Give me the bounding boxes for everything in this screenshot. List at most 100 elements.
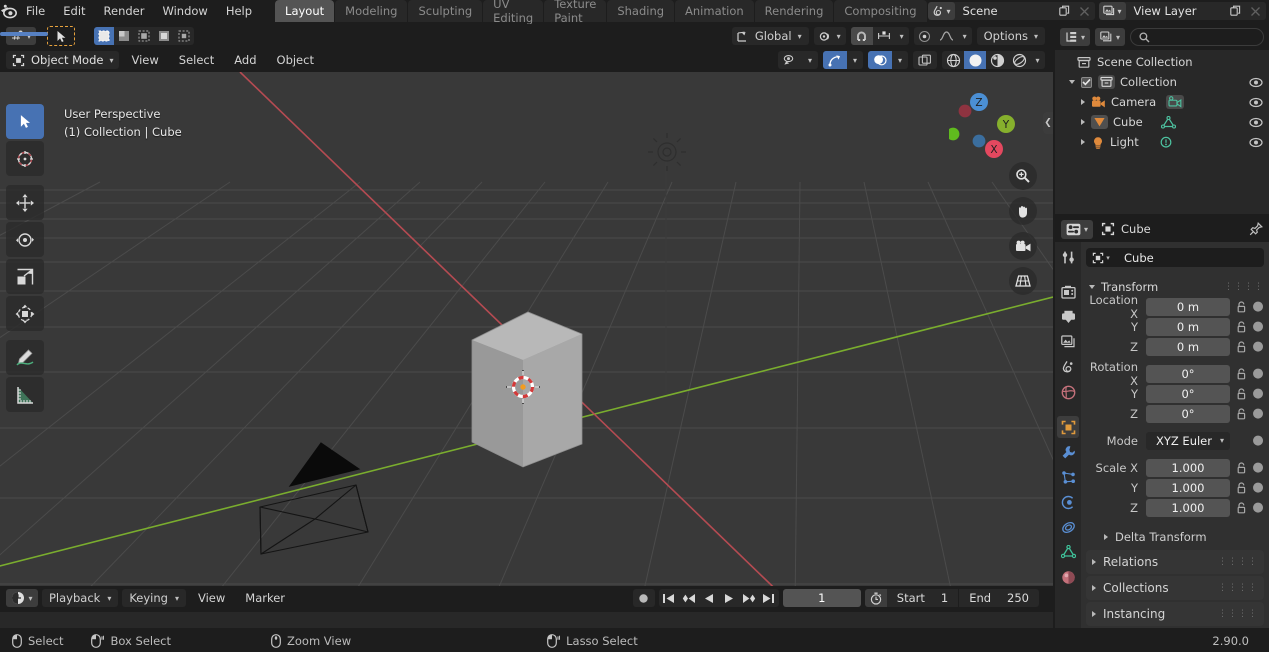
navigation-gizmo[interactable]: Z Y X — [949, 82, 1029, 162]
shading-rendered-icon[interactable] — [1008, 51, 1030, 69]
scale-z-field[interactable]: 1.000 — [1146, 499, 1230, 517]
scene-icon[interactable]: ▾ — [928, 2, 955, 20]
menu-help[interactable]: Help — [217, 2, 261, 21]
tool-move-icon[interactable] — [6, 185, 44, 220]
viewport-menu-object[interactable]: Object — [269, 51, 322, 69]
next-keyframe-icon[interactable] — [739, 589, 759, 607]
frame-end-field[interactable]: End 250 — [958, 589, 1039, 607]
workspace-tab-uv-editing[interactable]: UV Editing — [483, 0, 543, 22]
scale-x-animate-dot[interactable]: ● — [1252, 464, 1264, 472]
3d-viewport-canvas[interactable]: User Perspective (1) Collection | Cube — [0, 72, 1053, 608]
select-intersect-icon[interactable] — [174, 27, 194, 45]
rotation-x-lock-icon[interactable] — [1234, 368, 1248, 380]
timeline-horizontal-scrollbar[interactable] — [0, 32, 48, 36]
location-y-lock-icon[interactable] — [1234, 321, 1248, 333]
data-tab-icon[interactable] — [1057, 541, 1079, 563]
expand-chevron-right-icon[interactable] — [1081, 139, 1085, 145]
mesh-data-icon[interactable] — [1161, 116, 1176, 129]
delta-transform-subpanel[interactable]: Delta Transform — [1086, 526, 1264, 548]
modifiers-tab-icon[interactable] — [1057, 441, 1079, 463]
workspace-tab-modeling[interactable]: Modeling — [335, 0, 407, 22]
timeline-menu-marker[interactable]: Marker — [237, 589, 293, 607]
collection-checkbox[interactable] — [1081, 77, 1092, 88]
expand-chevron-right-icon[interactable] — [1081, 119, 1085, 125]
object-id-icon[interactable]: ▾ — [1086, 248, 1116, 267]
camera-data-icon[interactable] — [1166, 95, 1184, 109]
rotation-x-animate-dot[interactable]: ● — [1252, 370, 1264, 378]
proportional-edit-icon[interactable] — [914, 27, 936, 45]
outliner-filter-icon[interactable]: ▾ — [1095, 28, 1125, 46]
prev-keyframe-icon[interactable] — [679, 589, 699, 607]
play-reverse-icon[interactable] — [699, 589, 719, 607]
location-y-animate-dot[interactable]: ● — [1252, 323, 1264, 331]
menu-edit[interactable]: Edit — [54, 2, 94, 21]
rotation-z-field[interactable]: 0° — [1146, 405, 1230, 423]
magnet-icon[interactable] — [851, 27, 873, 45]
current-frame-field[interactable]: 1 — [783, 589, 861, 607]
view-layer-new-duplicate-icon[interactable] — [1226, 2, 1246, 20]
visibility-chevron-down-icon[interactable]: ▾ — [802, 51, 818, 69]
rotation-y-field[interactable]: 0° — [1146, 385, 1230, 403]
object-name-field[interactable]: Cube — [1116, 248, 1264, 267]
shading-wireframe-icon[interactable] — [942, 51, 964, 69]
menu-window[interactable]: Window — [153, 2, 216, 21]
viewport-menu-select[interactable]: Select — [171, 51, 222, 69]
scene-name-field[interactable]: Scene — [955, 2, 1055, 20]
viewport-menu-add[interactable]: Add — [226, 51, 264, 69]
properties-editor-type-icon[interactable]: ▾ — [1061, 220, 1093, 239]
camera-view-icon[interactable] — [1009, 232, 1037, 260]
relations-panel[interactable]: Relations ⋮⋮⋮⋮ — [1086, 550, 1264, 574]
scale-y-field[interactable]: 1.000 — [1146, 479, 1230, 497]
rotation-y-lock-icon[interactable] — [1234, 388, 1248, 400]
play-icon[interactable] — [719, 589, 739, 607]
blender-logo-icon[interactable] — [0, 0, 17, 22]
view-layer-unlink-close-icon[interactable] — [1246, 2, 1266, 20]
options-dropdown[interactable]: Options ▾ — [977, 27, 1045, 45]
frame-start-field[interactable]: Start 1 — [887, 589, 958, 607]
mode-dropdown[interactable]: Object Mode ▾ — [6, 51, 119, 69]
constraints-tab-icon[interactable] — [1057, 516, 1079, 538]
snap-chevron-down-icon[interactable]: ▾ — [895, 27, 909, 45]
light-visibility-eye-icon[interactable] — [1249, 137, 1263, 148]
scale-z-animate-dot[interactable]: ● — [1252, 504, 1264, 512]
timeline-menu-view[interactable]: View — [190, 589, 233, 607]
outliner-search-box[interactable] — [1130, 28, 1264, 46]
light-data-icon[interactable] — [1159, 136, 1173, 149]
location-y-field[interactable]: 0 m — [1146, 318, 1230, 336]
timeline-editor-type-icon[interactable]: ▾ — [6, 589, 38, 607]
rotation-y-animate-dot[interactable]: ● — [1252, 390, 1264, 398]
output-tab-icon[interactable] — [1057, 306, 1079, 328]
rotation-z-animate-dot[interactable]: ● — [1252, 410, 1264, 418]
tool-annotate-icon[interactable] — [6, 340, 44, 375]
scale-z-lock-icon[interactable] — [1234, 502, 1248, 514]
outliner-row-light[interactable]: Light — [1055, 132, 1269, 152]
pan-hand-icon[interactable] — [1009, 197, 1037, 225]
tool-tweak-select-icon[interactable] — [6, 104, 44, 139]
workspace-tab-compositing[interactable]: Compositing — [834, 0, 926, 22]
outliner-row-cube[interactable]: Cube — [1055, 112, 1269, 132]
scene-tab-icon[interactable] — [1057, 356, 1079, 378]
snap-target-icon[interactable] — [873, 27, 895, 45]
outliner-row-scene-collection[interactable]: Scene Collection — [1055, 52, 1269, 72]
rotation-z-lock-icon[interactable] — [1234, 408, 1248, 420]
instancing-panel[interactable]: Instancing ⋮⋮⋮⋮ — [1086, 602, 1264, 626]
shading-material-icon[interactable] — [986, 51, 1008, 69]
physics-tab-icon[interactable] — [1057, 491, 1079, 513]
expand-chevron-right-icon[interactable] — [1081, 99, 1085, 105]
pivot-point-dropdown[interactable]: ▾ — [814, 27, 846, 45]
location-x-field[interactable]: 0 m — [1146, 298, 1230, 316]
active-tool-tweak-icon[interactable] — [47, 26, 75, 46]
world-tab-icon[interactable] — [1057, 381, 1079, 403]
render-tab-icon[interactable] — [1057, 281, 1079, 303]
toggle-perspective-icon[interactable] — [1009, 267, 1037, 295]
shading-chevron-down-icon[interactable]: ▾ — [1030, 51, 1045, 69]
rotation-mode-dropdown[interactable]: XYZ Euler ▾ — [1146, 432, 1230, 450]
view-layer-icon[interactable]: ▾ — [1099, 2, 1126, 20]
tool-measure-icon[interactable] — [6, 377, 44, 412]
view-layer-name-field[interactable]: View Layer — [1126, 2, 1226, 20]
tool-tab-icon[interactable] — [1057, 246, 1079, 268]
jump-start-icon[interactable] — [659, 589, 679, 607]
scale-y-animate-dot[interactable]: ● — [1252, 484, 1264, 492]
scene-new-duplicate-icon[interactable] — [1055, 2, 1075, 20]
transform-orientation-dropdown[interactable]: Global ▾ — [732, 27, 809, 45]
